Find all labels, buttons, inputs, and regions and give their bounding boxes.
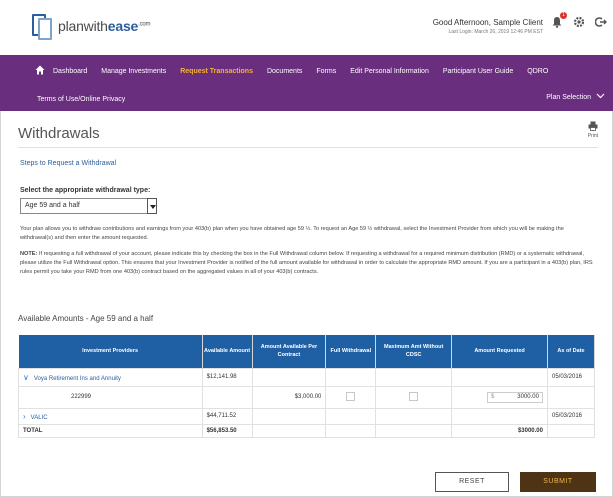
page-title: Withdrawals [18, 125, 100, 142]
col-max-without-cdsc: Maximum Amt Without CDSC [375, 335, 453, 368]
nav-row-primary: Dashboard Manage Investments Request Tra… [0, 55, 613, 87]
col-as-of-date: As of Date [547, 335, 596, 368]
nav-manage-investments[interactable]: Manage Investments [101, 68, 166, 75]
reset-button[interactable]: RESET [435, 472, 509, 492]
intro-paragraph: Your plan allows you to withdraw contrib… [20, 226, 564, 241]
table-row: ∨ Voya Retirement Ins and Annuity $12,141… [18, 367, 596, 387]
withdrawal-type-label: Select the appropriate withdrawal type: [20, 187, 151, 194]
withdrawal-type-value: Age 59 and a half [25, 202, 80, 209]
chevron-down-icon [596, 93, 605, 101]
withdrawal-type-select[interactable]: Age 59 and a half [20, 198, 157, 214]
available-amounts-table: Investment Providers Available Amount Am… [18, 335, 596, 438]
date-cell: 05/03/2016 [546, 367, 596, 387]
col-amount-per-contract: Amount Available Per Contract [252, 335, 327, 368]
section-title: Available Amounts - Age 59 and a half [18, 314, 154, 323]
greeting-block: Good Afternoon, Sample Client Last Login… [433, 18, 543, 35]
col-investment-providers: Investment Providers [18, 335, 203, 368]
plan-selection-dropdown[interactable]: Plan Selection [546, 93, 605, 101]
print-label: Print [587, 133, 598, 139]
note-label: NOTE: [20, 251, 38, 257]
submit-button[interactable]: SUBMIT [520, 472, 596, 492]
table-row: › VALIC $44,711.52 05/03/2016 [18, 407, 596, 425]
notification-badge: 1 [560, 12, 567, 19]
available-cell: $44,711.52 [201, 407, 253, 425]
provider-link[interactable]: Voya Retirement Ins and Annuity [34, 376, 121, 382]
title-divider [18, 147, 598, 148]
available-cell: $12,141.98 [201, 367, 253, 387]
note-text: If requesting a full withdrawal of your … [20, 251, 593, 275]
steps-link[interactable]: Steps to Request a Withdrawal [20, 160, 116, 167]
date-cell: 05/03/2016 [546, 407, 596, 425]
currency-symbol: $ [490, 393, 495, 400]
amount-requested-value: 3000.00 [517, 393, 539, 400]
nav-request-transactions[interactable]: Request Transactions [180, 68, 253, 75]
table-row: 222999 $3,000.00 $3000.00 [18, 385, 596, 409]
nav-row-secondary: Terms of Use/Online Privacy [0, 87, 613, 111]
home-icon[interactable] [35, 65, 45, 77]
gear-icon[interactable] [573, 16, 585, 28]
nav-dashboard[interactable]: Dashboard [53, 68, 87, 75]
chevron-right-icon[interactable]: › [23, 412, 26, 421]
col-amount-requested: Amount Requested [451, 335, 548, 368]
logo[interactable]: planwithease.com [32, 12, 151, 40]
printer-icon [588, 121, 598, 133]
nav-edit-personal-information[interactable]: Edit Personal Information [350, 68, 429, 75]
full-withdrawal-checkbox[interactable] [346, 391, 356, 401]
provider-link[interactable]: VALIC [31, 415, 48, 421]
total-row: TOTAL $56,853.50 $3000.00 [18, 423, 596, 438]
nav-participant-user-guide[interactable]: Participant User Guide [443, 68, 513, 75]
total-available: $56,853.50 [201, 423, 253, 438]
amount-requested-input[interactable]: $3000.00 [486, 391, 543, 403]
col-available-amount: Available Amount [202, 335, 253, 368]
logout-icon[interactable] [594, 16, 607, 28]
bell-icon[interactable]: 1 [551, 12, 567, 28]
nav-terms-of-use[interactable]: Terms of Use/Online Privacy [37, 96, 125, 103]
total-label: TOTAL [18, 423, 203, 438]
table-header-row: Investment Providers Available Amount Am… [18, 335, 596, 368]
greeting-text: Good Afternoon, Sample Client [432, 18, 543, 27]
header: planwithease.com Good Afternoon, Sample … [0, 0, 613, 55]
plan-selection-label: Plan Selection [546, 93, 591, 101]
last-login-text: Last Login: March 26, 2019 12:46 PM EST [448, 29, 544, 35]
nav-qdro[interactable]: QDRO [527, 68, 548, 75]
logo-text: planwithease.com [58, 18, 151, 34]
chevron-down-icon[interactable]: ∨ [23, 373, 29, 382]
per-contract-cell: $3,000.00 [251, 385, 327, 409]
select-arrow-icon [147, 198, 157, 214]
print-button[interactable]: Print [588, 121, 598, 139]
provider-cell[interactable]: ∨ Voya Retirement Ins and Annuity [18, 367, 203, 387]
nav-forms[interactable]: Forms [316, 68, 336, 75]
provider-cell[interactable]: › VALIC [18, 407, 203, 425]
header-icons: 1 [551, 12, 607, 28]
max-without-cdsc-checkbox[interactable] [409, 391, 419, 401]
nav-documents[interactable]: Documents [267, 68, 302, 75]
logo-icon [32, 12, 54, 40]
col-full-withdrawal: Full Withdrawal [325, 335, 377, 368]
note-paragraph: NOTE: If requesting a full withdrawal of… [20, 250, 598, 277]
main-nav: Dashboard Manage Investments Request Tra… [0, 55, 613, 111]
contract-cell: 222999 [18, 385, 203, 409]
total-requested: $3000.00 [451, 423, 548, 438]
